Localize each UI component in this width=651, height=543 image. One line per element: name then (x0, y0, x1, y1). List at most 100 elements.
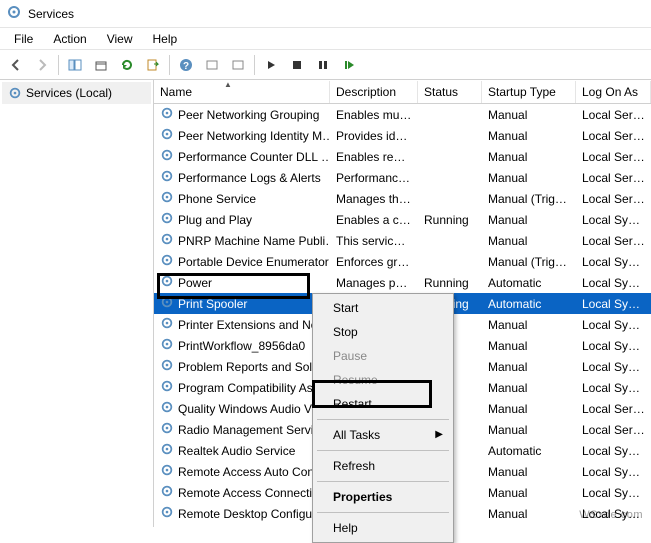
service-gear-icon (160, 358, 174, 375)
restart-service-button[interactable] (337, 53, 361, 77)
service-description: This service … (330, 234, 418, 248)
ctx-pause: Pause (315, 344, 451, 368)
action-1-button[interactable] (200, 53, 224, 77)
service-name: PrintWorkflow_8956da0 (178, 339, 305, 353)
context-menu: Start Stop Pause Resume Restart All Task… (312, 293, 454, 543)
service-gear-icon (160, 337, 174, 354)
service-startup: Manual (482, 423, 576, 437)
column-startup[interactable]: Startup Type (482, 81, 576, 103)
service-startup: Automatic (482, 444, 576, 458)
service-logon: Local Syste… (576, 276, 651, 290)
sidebar-item-services-local[interactable]: Services (Local) (2, 82, 151, 104)
stop-service-button[interactable] (285, 53, 309, 77)
menu-file[interactable]: File (4, 30, 43, 48)
ctx-help[interactable]: Help (315, 516, 451, 540)
column-description[interactable]: Description (330, 81, 418, 103)
export-button[interactable] (141, 53, 165, 77)
service-description: Enables rem… (330, 150, 418, 164)
nav-forward-button[interactable] (30, 53, 54, 77)
service-gear-icon (160, 106, 174, 123)
service-name: Print Spooler (178, 297, 247, 311)
service-row[interactable]: Portable Device Enumerator…Enforces gr…M… (154, 251, 651, 272)
menu-view[interactable]: View (97, 30, 143, 48)
service-logon: Local Syste… (576, 213, 651, 227)
service-name: Radio Management Service (178, 423, 326, 437)
ctx-stop[interactable]: Stop (315, 320, 451, 344)
help-button[interactable]: ? (174, 53, 198, 77)
sidebar-item-label: Services (Local) (26, 86, 112, 100)
service-logon: Local Syste… (576, 381, 651, 395)
refresh-button[interactable] (115, 53, 139, 77)
service-row[interactable]: Performance Counter DLL …Enables rem…Man… (154, 146, 651, 167)
service-gear-icon (160, 295, 174, 312)
properties-button[interactable] (89, 53, 113, 77)
sort-indicator-icon: ▲ (224, 80, 232, 89)
service-logon: Local Service (576, 171, 651, 185)
service-logon: Local Syste… (576, 465, 651, 479)
services-app-icon (6, 4, 22, 23)
service-gear-icon (160, 253, 174, 270)
service-name: Problem Reports and Solut… (178, 360, 330, 374)
column-status[interactable]: Status (418, 81, 482, 103)
action-2-button[interactable] (226, 53, 250, 77)
toolbar: ? (0, 50, 651, 80)
service-name: Printer Extensions and Noti… (178, 318, 330, 332)
service-startup: Manual (482, 171, 576, 185)
service-row[interactable]: Peer Networking GroupingEnables mul…Manu… (154, 104, 651, 125)
ctx-start[interactable]: Start (315, 296, 451, 320)
service-name: Power (178, 276, 212, 290)
column-name[interactable]: Name ▲ (154, 81, 330, 103)
show-hide-tree-button[interactable] (63, 53, 87, 77)
nav-back-button[interactable] (4, 53, 28, 77)
service-name: Quality Windows Audio Vid… (178, 402, 330, 416)
service-startup: Manual (482, 213, 576, 227)
service-name: Peer Networking Grouping (178, 108, 319, 122)
service-startup: Manual (482, 339, 576, 353)
service-startup: Manual (482, 150, 576, 164)
service-startup: Manual (482, 360, 576, 374)
service-row[interactable]: Performance Logs & AlertsPerformanc…Manu… (154, 167, 651, 188)
service-gear-icon (160, 379, 174, 396)
service-row[interactable]: PNRP Machine Name Publi…This service …Ma… (154, 230, 651, 251)
title-bar: Services (0, 0, 651, 28)
column-headers: Name ▲ Description Status Startup Type L… (154, 80, 651, 104)
service-logon: Local Syste… (576, 486, 651, 500)
service-name: Phone Service (178, 192, 256, 206)
service-row[interactable]: Phone ServiceManages th…Manual (Trig…Loc… (154, 188, 651, 209)
window-title: Services (28, 7, 74, 21)
ctx-refresh[interactable]: Refresh (315, 454, 451, 478)
service-startup: Automatic (482, 297, 576, 311)
service-startup: Manual (482, 108, 576, 122)
service-logon: Local Service (576, 402, 651, 416)
pause-service-button[interactable] (311, 53, 335, 77)
menu-help[interactable]: Help (143, 30, 188, 48)
ctx-restart[interactable]: Restart (315, 392, 451, 416)
service-name: Peer Networking Identity M… (178, 129, 330, 143)
ctx-separator (317, 450, 449, 451)
service-startup: Manual (Trig… (482, 255, 576, 269)
service-status: Running (418, 213, 482, 227)
service-name: PNRP Machine Name Publi… (178, 234, 330, 248)
service-description: Manages p… (330, 276, 418, 290)
service-logon: Local Service (576, 150, 651, 164)
service-startup: Manual (482, 507, 576, 521)
ctx-properties[interactable]: Properties (315, 485, 451, 509)
ctx-separator (317, 481, 449, 482)
service-row[interactable]: PowerManages p…RunningAutomaticLocal Sys… (154, 272, 651, 293)
service-startup: Manual (482, 129, 576, 143)
service-gear-icon (160, 505, 174, 522)
service-row[interactable]: Plug and PlayEnables a c…RunningManualLo… (154, 209, 651, 230)
service-row[interactable]: Peer Networking Identity M…Provides ide…… (154, 125, 651, 146)
service-logon: Local Syste… (576, 360, 651, 374)
service-status: Running (418, 276, 482, 290)
ctx-all-tasks[interactable]: All Tasks ▶ (315, 423, 451, 447)
service-logon: Local Service (576, 129, 651, 143)
column-logon[interactable]: Log On As (576, 81, 651, 103)
start-service-button[interactable] (259, 53, 283, 77)
menu-action[interactable]: Action (43, 30, 96, 48)
service-gear-icon (160, 442, 174, 459)
service-description: Performanc… (330, 171, 418, 185)
ctx-resume: Resume (315, 368, 451, 392)
service-name: Plug and Play (178, 213, 252, 227)
service-logon: Local Syste… (576, 255, 651, 269)
